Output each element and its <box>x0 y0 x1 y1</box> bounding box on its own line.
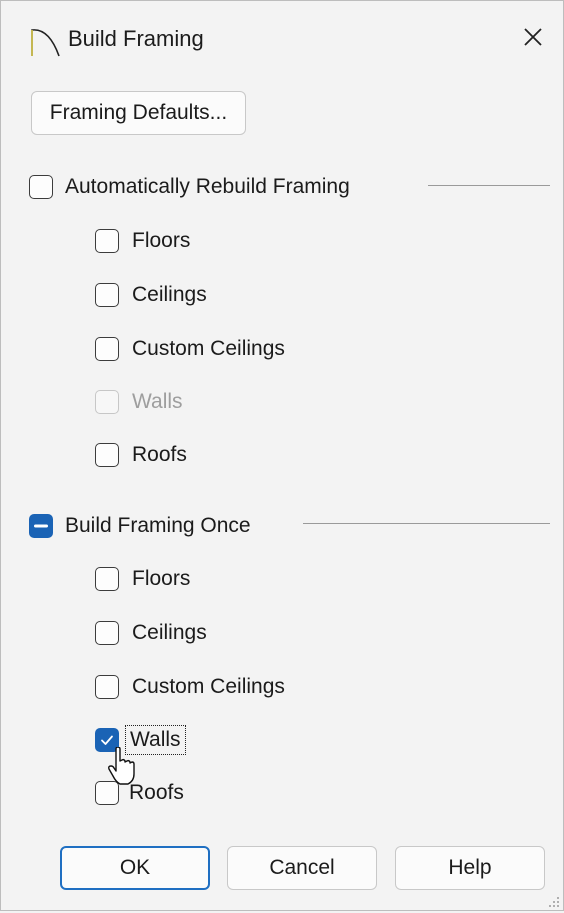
once-ceilings-label: Ceilings <box>132 621 207 644</box>
once-custom-ceilings-checkbox[interactable]: Custom Ceilings <box>95 672 285 702</box>
checkbox-box <box>95 390 119 414</box>
once-roofs-checkbox[interactable]: Roofs <box>95 778 184 808</box>
resize-grip-icon[interactable] <box>548 895 560 907</box>
close-button[interactable] <box>513 17 553 57</box>
build-framing-dialog: Build Framing Framing Defaults... Automa… <box>0 0 564 911</box>
framing-defaults-button[interactable]: Framing Defaults... <box>31 91 246 135</box>
auto-custom-ceilings-checkbox[interactable]: Custom Ceilings <box>95 334 285 364</box>
checkbox-box <box>29 514 53 538</box>
checkbox-box <box>95 781 119 805</box>
help-button[interactable]: Help <box>395 846 545 890</box>
build-once-label: Build Framing Once <box>65 514 251 537</box>
close-icon <box>524 28 542 46</box>
ok-button[interactable]: OK <box>60 846 210 890</box>
build-once-checkbox[interactable]: Build Framing Once <box>29 511 251 541</box>
once-roofs-label: Roofs <box>129 781 184 804</box>
checkbox-box <box>95 728 119 752</box>
section-divider <box>428 185 550 186</box>
auto-walls-label: Walls <box>132 390 183 413</box>
once-walls-label: Walls <box>125 725 186 755</box>
auto-rebuild-label: Automatically Rebuild Framing <box>65 175 350 198</box>
section-divider <box>303 523 550 524</box>
auto-ceilings-checkbox[interactable]: Ceilings <box>95 280 207 310</box>
arc-icon <box>29 25 61 57</box>
checkbox-box <box>95 621 119 645</box>
auto-walls-checkbox: Walls <box>95 387 183 417</box>
checkbox-box <box>95 443 119 467</box>
checkmark-icon <box>101 735 113 745</box>
checkbox-box <box>95 675 119 699</box>
auto-roofs-checkbox[interactable]: Roofs <box>95 440 187 470</box>
checkbox-box <box>95 229 119 253</box>
once-custom-ceilings-label: Custom Ceilings <box>132 675 285 698</box>
auto-roofs-label: Roofs <box>132 443 187 466</box>
checkbox-box <box>95 567 119 591</box>
window-title: Build Framing <box>68 26 204 51</box>
title-bar: Build Framing <box>1 1 563 75</box>
once-walls-checkbox[interactable]: Walls <box>95 725 186 755</box>
auto-custom-ceilings-label: Custom Ceilings <box>132 337 285 360</box>
dash-icon <box>34 524 48 528</box>
auto-floors-checkbox[interactable]: Floors <box>95 226 190 256</box>
once-ceilings-checkbox[interactable]: Ceilings <box>95 618 207 648</box>
once-floors-label: Floors <box>132 567 191 590</box>
auto-rebuild-checkbox[interactable]: Automatically Rebuild Framing <box>29 172 350 202</box>
checkbox-box <box>95 337 119 361</box>
auto-floors-label: Floors <box>132 229 191 252</box>
once-floors-checkbox[interactable]: Floors <box>95 564 190 594</box>
checkbox-box <box>95 283 119 307</box>
auto-ceilings-label: Ceilings <box>132 283 207 306</box>
cancel-button[interactable]: Cancel <box>227 846 377 890</box>
checkbox-box <box>29 175 53 199</box>
